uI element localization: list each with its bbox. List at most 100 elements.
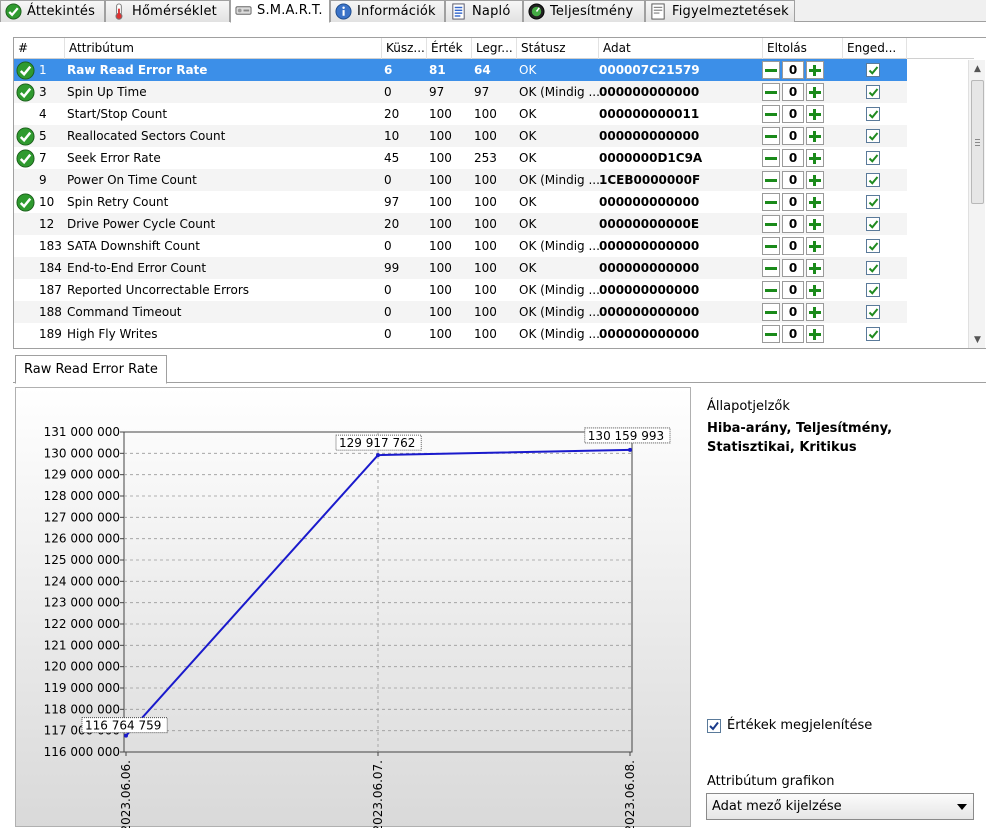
enabled-checkbox[interactable] (866, 129, 880, 143)
x-tick-label: 2023.06.06. (119, 760, 133, 828)
table-row[interactable]: 9 Power On Time Count 0 100 100 OK (Mindig ..… (14, 169, 907, 191)
attribute-graph-select[interactable]: Adat mező kijelzése (706, 793, 974, 820)
offset-value[interactable]: 0 (782, 281, 804, 299)
enabled-checkbox[interactable] (866, 239, 880, 253)
offset-value[interactable]: 0 (782, 259, 804, 277)
tab-temperature[interactable]: Hőmérséklet (105, 0, 230, 22)
col-header-value[interactable]: Érték (427, 38, 472, 59)
table-row[interactable]: 184 End-to-End Error Count 99 100 100 OK 00000… (14, 257, 907, 279)
enabled-checkbox[interactable] (866, 151, 880, 165)
tab-warnings[interactable]: Figyelmeztetések (645, 0, 795, 22)
enabled-checkbox[interactable] (866, 283, 880, 297)
tab-performance[interactable]: Teljesítmény (523, 0, 645, 22)
offset-value[interactable]: 0 (782, 237, 804, 255)
offset-value[interactable]: 0 (782, 215, 804, 233)
enabled-checkbox[interactable] (866, 195, 880, 209)
offset-value[interactable]: 0 (782, 61, 804, 79)
offset-increase-button[interactable] (806, 259, 824, 277)
cell-value: 100 (429, 151, 452, 165)
tab-overview[interactable]: Áttekintés (0, 0, 105, 22)
col-header-id[interactable]: # (14, 38, 65, 59)
table-row[interactable]: 183 SATA Downshift Count 0 100 100 OK (Mindig… (14, 235, 907, 257)
scroll-down-icon[interactable]: ▼ (969, 331, 986, 348)
offset-increase-button[interactable] (806, 61, 824, 79)
tab-log[interactable]: Napló (445, 0, 523, 22)
offset-value[interactable]: 0 (782, 303, 804, 321)
table-row[interactable]: 3 Spin Up Time 0 97 97 OK (Mindig ... 00000000… (14, 81, 907, 103)
offset-decrease-button[interactable] (762, 171, 780, 189)
cell-status: OK (Mindig ... (519, 305, 599, 319)
offset-decrease-button[interactable] (762, 215, 780, 233)
col-header-attribute[interactable]: Attribútum (65, 38, 382, 59)
offset-increase-button[interactable] (806, 281, 824, 299)
offset-decrease-button[interactable] (762, 149, 780, 167)
table-row[interactable]: 5 Reallocated Sectors Count 10 100 100 OK 0000… (14, 125, 907, 147)
offset-increase-button[interactable] (806, 105, 824, 123)
enabled-checkbox[interactable] (866, 217, 880, 231)
enabled-checkbox[interactable] (866, 107, 880, 121)
offset-decrease-button[interactable] (762, 259, 780, 277)
offset-decrease-button[interactable] (762, 61, 780, 79)
info-icon (335, 3, 352, 20)
table-vertical-scrollbar[interactable]: ▲ ▼ (968, 60, 985, 348)
cell-attribute: Command Timeout (67, 305, 182, 319)
enabled-checkbox[interactable] (866, 85, 880, 99)
cell-status: OK (Mindig ... (519, 85, 599, 99)
col-header-enabled[interactable]: Enged... (843, 38, 907, 59)
offset-value[interactable]: 0 (782, 325, 804, 343)
offset-value[interactable]: 0 (782, 193, 804, 211)
offset-increase-button[interactable] (806, 303, 824, 321)
col-header-data[interactable]: Adat (599, 38, 763, 59)
offset-decrease-button[interactable] (762, 325, 780, 343)
offset-decrease-button[interactable] (762, 193, 780, 211)
enabled-checkbox[interactable] (866, 173, 880, 187)
offset-increase-button[interactable] (806, 237, 824, 255)
table-row[interactable]: 189 High Fly Writes 0 100 100 OK (Mindig ... 0… (14, 323, 907, 345)
table-row[interactable]: 4 Start/Stop Count 20 100 100 OK 000000000011 0 (14, 103, 907, 125)
offset-decrease-button[interactable] (762, 303, 780, 321)
offset-increase-button[interactable] (806, 325, 824, 343)
table-row[interactable]: 10 Spin Retry Count 97 100 100 OK 000000000000… (14, 191, 907, 213)
scroll-up-icon[interactable]: ▲ (969, 60, 986, 77)
offset-increase-button[interactable] (806, 193, 824, 211)
enabled-checkbox[interactable] (866, 63, 880, 77)
col-header-status[interactable]: Státusz (517, 38, 599, 59)
enabled-checkbox[interactable] (866, 305, 880, 319)
offset-value[interactable]: 0 (782, 149, 804, 167)
offset-decrease-button[interactable] (762, 127, 780, 145)
show-values-option[interactable]: Értékek megjelenítése (707, 718, 872, 733)
table-row[interactable]: 188 Command Timeout 0 100 100 OK (Mindig ... 0… (14, 301, 907, 323)
scrollbar-thumb[interactable] (971, 80, 984, 204)
offset-value[interactable]: 0 (782, 105, 804, 123)
offset-decrease-button[interactable] (762, 281, 780, 299)
table-row[interactable]: 1 Raw Read Error Rate 6 81 64 OK 000007C21579 0 (14, 59, 907, 81)
cell-value: 100 (429, 261, 452, 275)
tab-graph-attribute[interactable]: Raw Read Error Rate (15, 355, 167, 384)
col-header-threshold[interactable]: Küsz... (382, 38, 427, 59)
table-row[interactable]: 12 Drive Power Cycle Count 20 100 100 OK 00000… (14, 213, 907, 235)
tab-label: Teljesítmény (550, 4, 634, 19)
offset-increase-button[interactable] (806, 149, 824, 167)
offset-increase-button[interactable] (806, 83, 824, 101)
table-row[interactable]: 7 Seek Error Rate 45 100 253 OK 0000000D1C9A 0 (14, 147, 907, 169)
y-tick-label: 121 000 000 (44, 638, 120, 652)
enabled-checkbox[interactable] (866, 327, 880, 341)
col-header-offset[interactable]: Eltolás (763, 38, 843, 59)
enabled-checkbox[interactable] (866, 261, 880, 275)
offset-decrease-button[interactable] (762, 83, 780, 101)
show-values-checkbox[interactable] (707, 718, 721, 733)
offset-decrease-button[interactable] (762, 105, 780, 123)
table-row[interactable]: 187 Reported Uncorrectable Errors 0 100 100 O… (14, 279, 907, 301)
offset-value[interactable]: 0 (782, 127, 804, 145)
offset-increase-button[interactable] (806, 171, 824, 189)
offset-increase-button[interactable] (806, 215, 824, 233)
col-header-worst[interactable]: Legr... (472, 38, 517, 59)
offset-value[interactable]: 0 (782, 83, 804, 101)
offset-increase-button[interactable] (806, 127, 824, 145)
warnings-icon (651, 3, 665, 20)
offset-value[interactable]: 0 (782, 171, 804, 189)
tab-information[interactable]: Információk (330, 0, 445, 22)
tab-smart[interactable]: S.M.A.R.T. (230, 0, 330, 23)
offset-decrease-button[interactable] (762, 237, 780, 255)
cell-threshold: 10 (384, 129, 400, 143)
